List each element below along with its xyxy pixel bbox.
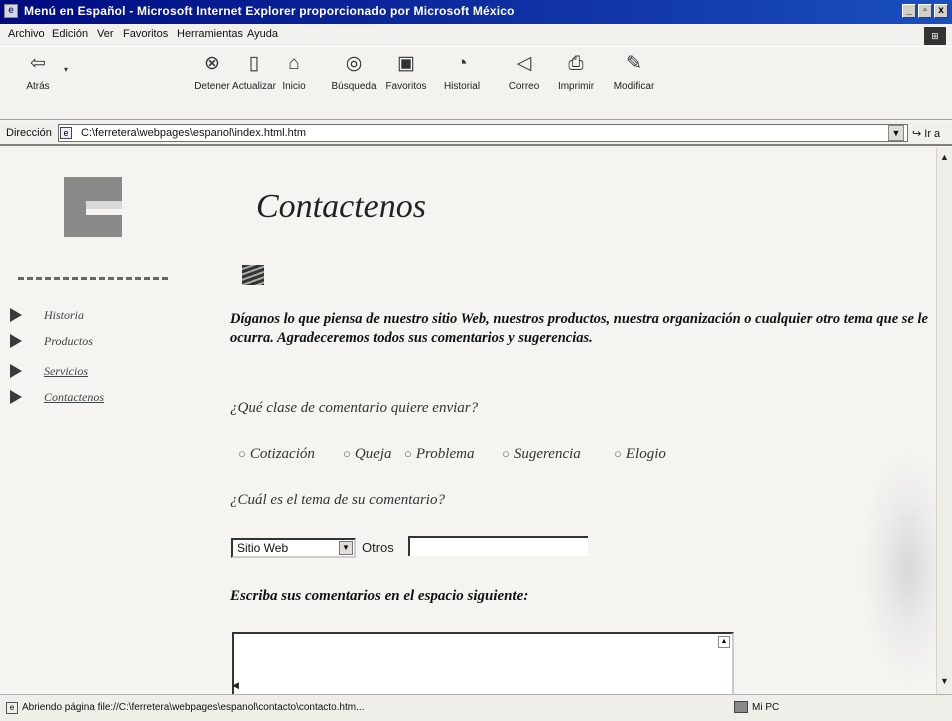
toolbar: ⇦ Atrás ▾ ⊗ Detener ▯ Actualizar ⌂ Inici… <box>0 46 952 120</box>
arrow-bullet-icon <box>10 334 22 348</box>
flag-icon <box>242 263 264 289</box>
page-loading-icon: e <box>6 702 18 714</box>
scroll-left-icon[interactable]: ◀ <box>232 680 242 694</box>
print-button[interactable]: ⎙ Imprimir <box>548 53 604 92</box>
radio-circle-icon: ○ <box>343 446 351 461</box>
arrow-bullet-icon <box>10 390 22 404</box>
title-bar: e Menú en Español - Microsoft Internet E… <box>0 0 952 24</box>
menu-edicion[interactable]: Edición <box>52 28 88 40</box>
status-text: Abriendo página file://C:\ferretera\webp… <box>22 702 365 713</box>
comment-type-question: ¿Qué clase de comentario quiere enviar? <box>230 400 479 416</box>
comment-topic-question: ¿Cuál es el tema de su comentario? <box>230 492 445 508</box>
home-icon: ⌂ <box>288 53 300 74</box>
edit-icon: ✎ <box>626 53 642 74</box>
sidebar-item-label: Productos <box>44 334 93 348</box>
home-label: Inicio <box>282 81 306 92</box>
refresh-icon: ▯ <box>248 53 260 74</box>
search-button[interactable]: ◎ Búsqueda <box>326 53 382 92</box>
radio-label: Queja <box>354 446 392 462</box>
radio-sugerencia[interactable]: ○ Sugerencia <box>502 446 581 463</box>
status-bar: e Abriendo página file://C:\ferretera\we… <box>0 694 952 721</box>
page-viewport: Historia Productos Servicios Contactenos… <box>0 148 936 694</box>
radio-circle-icon: ○ <box>404 446 412 461</box>
radio-circle-icon: ○ <box>614 446 622 461</box>
stop-icon: ⊗ <box>204 53 220 74</box>
others-input[interactable] <box>408 536 588 556</box>
menu-ayuda[interactable]: Ayuda <box>247 28 278 40</box>
maximize-button[interactable]: ▫ <box>918 4 932 18</box>
windows-logo-icon: ⊞ <box>924 27 946 45</box>
address-dropdown-icon[interactable]: ▼ <box>888 125 904 141</box>
comments-label: Escriba sus comentarios en el espacio si… <box>230 588 529 604</box>
scroll-down-arrow-icon[interactable]: ▼ <box>940 676 949 686</box>
radio-circle-icon: ○ <box>502 446 510 461</box>
window-title: Menú en Español - Microsoft Internet Exp… <box>24 4 515 18</box>
radio-problema[interactable]: ○ Problema <box>404 446 474 463</box>
ie-icon[interactable]: e <box>4 4 18 18</box>
radio-circle-icon: ○ <box>238 446 246 461</box>
back-arrow-icon: ⇦ <box>30 53 46 74</box>
go-arrow-icon: ↪ <box>912 128 922 140</box>
print-label: Imprimir <box>557 81 595 92</box>
address-input[interactable]: C:\ferretera\webpages\espanol\index.html… <box>58 124 908 142</box>
security-zone: Mi PC <box>752 702 780 713</box>
go-label: Ir a <box>924 128 941 140</box>
close-button[interactable]: x <box>934 4 948 18</box>
mail-icon: ◁ <box>516 53 532 74</box>
favorites-label: Favoritos <box>385 81 427 92</box>
radio-label: Sugerencia <box>513 446 581 462</box>
scroll-up-icon[interactable]: ▲ <box>718 636 730 648</box>
back-label: Atrás <box>26 81 50 92</box>
radio-label: Elogio <box>625 446 666 462</box>
mail-button[interactable]: ◁ Correo <box>496 53 552 92</box>
go-button[interactable]: ↪ Ir a <box>912 127 940 140</box>
history-icon: ◔ <box>456 53 468 74</box>
menu-bar: Archivo Edición Ver Favoritos Herramient… <box>0 24 952 46</box>
radio-elogio[interactable]: ○ Elogio <box>614 446 666 463</box>
radio-label: Problema <box>415 446 475 462</box>
home-button[interactable]: ⌂ Inicio <box>272 53 316 92</box>
page-title: Contactenos <box>256 188 426 225</box>
menu-herramientas[interactable]: Herramientas <box>177 28 243 40</box>
radio-cotizacion[interactable]: ○ Cotización <box>238 446 315 463</box>
others-label: Otros <box>362 540 394 555</box>
company-logo <box>64 177 122 251</box>
intro-text: Díganos lo que piensa de nuestro sitio W… <box>230 311 928 346</box>
history-label: Historial <box>443 81 481 92</box>
scroll-up-arrow-icon[interactable]: ▲ <box>940 152 949 162</box>
address-bar: Dirección C:\ferretera\webpages\espanol\… <box>0 122 952 146</box>
vertical-scrollbar[interactable]: ▲ ▼ <box>936 148 952 694</box>
back-dropdown-icon[interactable]: ▾ <box>64 65 68 74</box>
edit-label: Modificar <box>613 81 655 92</box>
chevron-down-icon[interactable]: ▼ <box>339 541 353 555</box>
page-icon: e <box>60 127 72 139</box>
favorites-icon: ▣ <box>397 53 415 74</box>
divider <box>18 277 168 280</box>
sidebar-item-label: Contactenos <box>44 390 104 404</box>
search-label: Búsqueda <box>331 81 377 92</box>
computer-icon <box>734 701 748 713</box>
topic-select[interactable]: Sitio Web ▼ <box>231 538 356 558</box>
back-button[interactable]: ⇦ Atrás <box>18 53 58 92</box>
watermark-stamp <box>860 448 936 688</box>
menu-ver[interactable]: Ver <box>97 28 114 40</box>
menu-archivo[interactable]: Archivo <box>8 28 45 40</box>
comments-textarea[interactable]: ▲ ◀ <box>232 632 734 694</box>
history-button[interactable]: ◔ Historial <box>434 53 490 92</box>
search-icon: ◎ <box>345 53 363 74</box>
menu-favoritos[interactable]: Favoritos <box>123 28 168 40</box>
mail-label: Correo <box>508 81 540 92</box>
sidebar-item-label: Servicios <box>44 364 88 378</box>
topic-select-value: Sitio Web <box>237 541 289 555</box>
print-icon: ⎙ <box>568 53 584 74</box>
favorites-button[interactable]: ▣ Favoritos <box>378 53 434 92</box>
radio-queja[interactable]: ○ Queja <box>343 446 392 463</box>
arrow-bullet-icon <box>10 364 22 378</box>
minimize-button[interactable]: _ <box>902 4 916 18</box>
sidebar-item-label: Historia <box>44 308 85 322</box>
address-label: Dirección <box>6 127 52 139</box>
edit-button[interactable]: ✎ Modificar <box>606 53 662 92</box>
radio-label: Cotización <box>249 446 315 462</box>
arrow-bullet-icon <box>10 308 22 322</box>
